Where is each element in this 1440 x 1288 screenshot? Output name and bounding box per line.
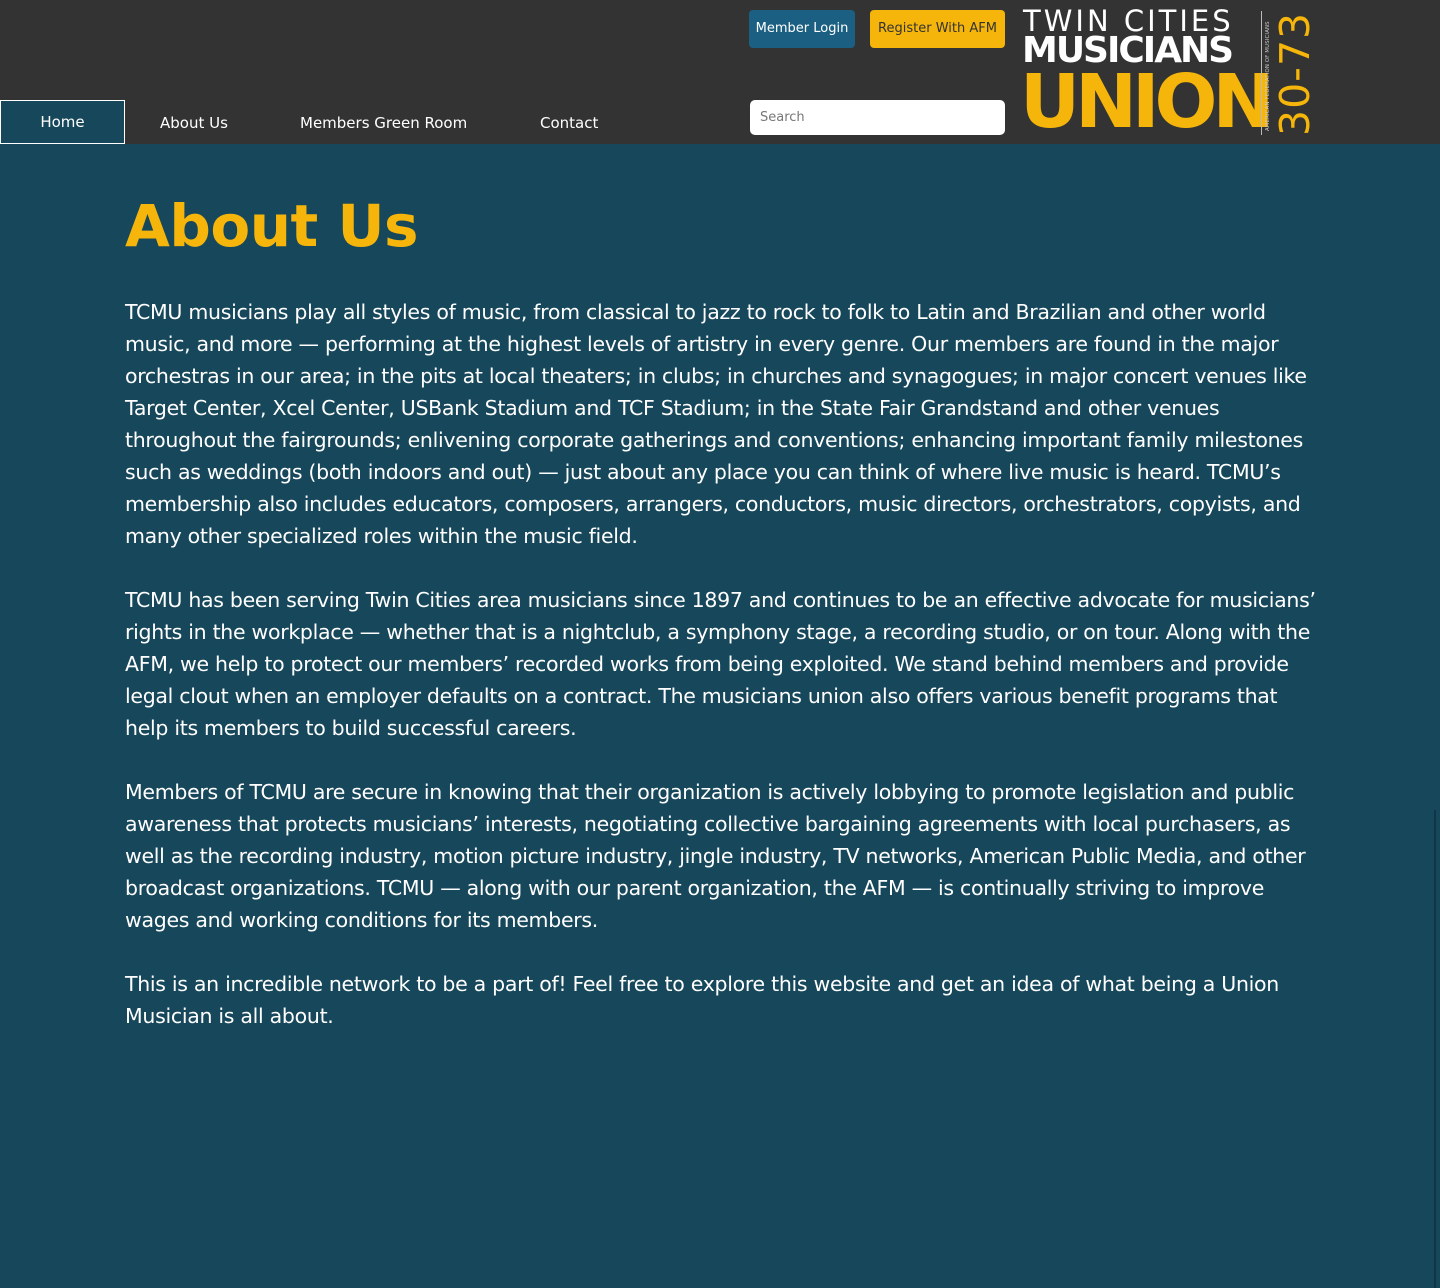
- member-login-button[interactable]: Member Login: [749, 10, 855, 48]
- site-logo[interactable]: TWIN CITIES MUSICIANS UNION AMERICAN FED…: [1020, 5, 1319, 145]
- main-content: About Us TCMU musicians play all styles …: [125, 190, 1325, 1032]
- logo-local-number: 30-73: [1271, 11, 1319, 136]
- page-title: About Us: [125, 192, 419, 260]
- paragraph-2: TCMU has been serving Twin Cities area m…: [125, 588, 1316, 740]
- search-input[interactable]: [750, 100, 1005, 135]
- nav-item-contact[interactable]: Contact: [540, 100, 598, 144]
- site-header: Member Login Register With AFM Home Abou…: [0, 0, 1440, 144]
- nav-item-home[interactable]: Home: [0, 100, 125, 144]
- paragraph-1: TCMU musicians play all styles of music,…: [125, 300, 1307, 548]
- scrollbar-track[interactable]: [1434, 810, 1436, 1288]
- register-with-afm-button[interactable]: Register With AFM: [870, 10, 1005, 48]
- paragraph-4: This is an incredible network to be a pa…: [125, 972, 1279, 1028]
- logo-divider: [1261, 11, 1262, 135]
- paragraph-3: Members of TCMU are secure in knowing th…: [125, 780, 1306, 932]
- nav-item-about-us[interactable]: About Us: [160, 100, 228, 144]
- nav-item-members-green-room[interactable]: Members Green Room: [300, 100, 467, 144]
- logo-line-union: UNION: [1020, 59, 1274, 145]
